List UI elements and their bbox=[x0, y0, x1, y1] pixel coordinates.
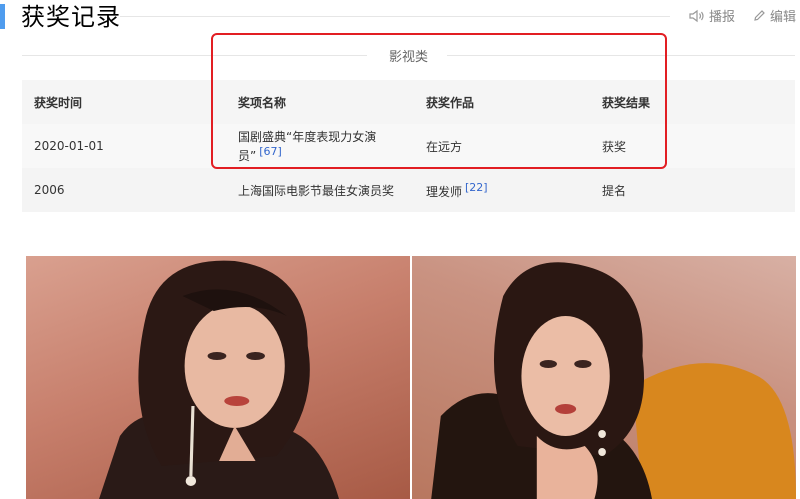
table-row: 2020-01-01 国剧盛典“年度表现力女演员” [67] 在远方 获奖 bbox=[22, 124, 795, 168]
section-header: 影视类 bbox=[22, 45, 795, 65]
cell-work: 理发师 [22] bbox=[414, 168, 590, 212]
cell-result: 提名 bbox=[590, 168, 795, 212]
edit-label: 编辑 bbox=[769, 10, 796, 25]
edit-button[interactable]: 编辑 bbox=[753, 6, 796, 25]
portrait-illustration-left bbox=[99, 260, 340, 499]
cell-work: 在远方 bbox=[414, 124, 590, 168]
title-divider bbox=[120, 16, 670, 17]
reference-link[interactable]: [22] bbox=[465, 181, 488, 194]
column-header-work: 获奖作品 bbox=[414, 80, 590, 124]
work-name: 理发师 bbox=[426, 184, 463, 199]
speaker-icon bbox=[689, 9, 705, 23]
portrait-photo-right[interactable] bbox=[412, 256, 796, 499]
column-header-result: 获奖结果 bbox=[590, 80, 795, 124]
broadcast-label: 播报 bbox=[708, 10, 735, 25]
portrait-illustration-right bbox=[431, 262, 796, 499]
section-divider-right bbox=[447, 55, 795, 56]
cell-date: 2006 bbox=[22, 168, 226, 212]
broadcast-button[interactable]: 播报 bbox=[689, 6, 735, 25]
pencil-icon bbox=[753, 9, 766, 22]
reference-link[interactable]: [67] bbox=[259, 145, 282, 158]
awards-table: 获奖时间 奖项名称 获奖作品 获奖结果 2020-01-01 国剧盛典“年度表现… bbox=[22, 80, 795, 212]
title-accent-bar bbox=[0, 4, 5, 29]
column-header-date: 获奖时间 bbox=[22, 80, 226, 124]
cell-date: 2020-01-01 bbox=[22, 124, 226, 168]
portrait-photo-left[interactable] bbox=[26, 256, 410, 499]
photo-gallery bbox=[26, 256, 796, 499]
cell-result: 获奖 bbox=[590, 124, 795, 168]
cell-award: 上海国际电影节最佳女演员奖 bbox=[226, 168, 414, 212]
table-row: 2006 上海国际电影节最佳女演员奖 理发师 [22] 提名 bbox=[22, 168, 795, 212]
column-header-award: 奖项名称 bbox=[226, 80, 414, 124]
page: 获奖记录 播报 编辑 影视类 获奖时间 奖项名称 获奖作品 获奖结果 2020-… bbox=[0, 0, 800, 499]
table-header-row: 获奖时间 奖项名称 获奖作品 获奖结果 bbox=[22, 80, 795, 124]
toolbar: 播报 编辑 bbox=[689, 6, 796, 25]
page-title: 获奖记录 bbox=[21, 3, 121, 31]
cell-award: 国剧盛典“年度表现力女演员” [67] bbox=[226, 124, 414, 168]
